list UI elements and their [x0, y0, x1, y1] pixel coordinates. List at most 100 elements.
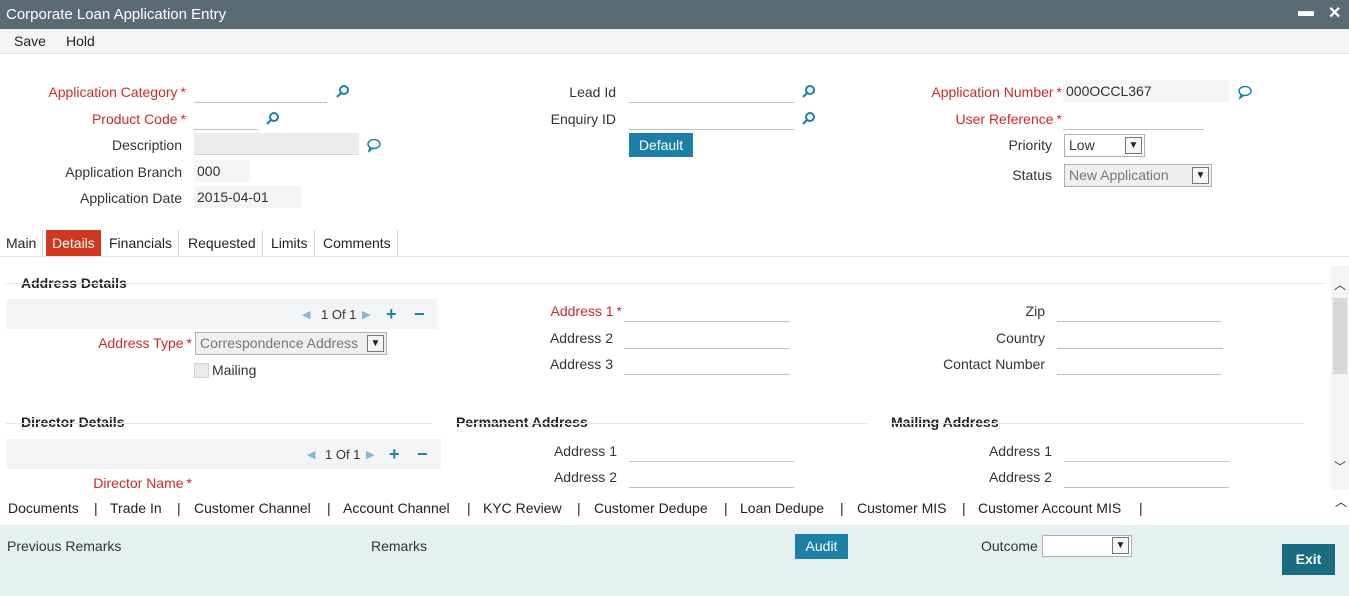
save-menu-item[interactable]: Save [14, 33, 46, 49]
link-customer-mis[interactable]: Customer MIS [857, 500, 946, 516]
window-title: Corporate Loan Application Entry [6, 6, 227, 23]
mailing-address2-input[interactable] [1064, 466, 1229, 488]
delete-row-icon[interactable]: − [417, 445, 428, 463]
default-button[interactable]: Default [629, 133, 693, 157]
link-customer-account-mis[interactable]: Customer Account MIS [978, 500, 1121, 516]
permanent-address2-label: Address 2 [553, 469, 617, 485]
vertical-scrollbar[interactable]: ︿ ﹀ [1331, 266, 1349, 490]
search-icon[interactable] [801, 84, 817, 100]
user-reference-input[interactable] [1063, 108, 1204, 130]
permanent-address1-input[interactable] [629, 440, 794, 462]
country-input[interactable] [1057, 327, 1223, 349]
priority-select[interactable]: Low ▼ [1064, 134, 1145, 157]
director-details-title: Director Details [21, 414, 125, 430]
minimize-icon[interactable]: ▬ [1298, 3, 1314, 21]
scrollbar-thumb[interactable] [1333, 298, 1347, 374]
close-icon[interactable]: ✕ [1328, 3, 1341, 23]
exit-button[interactable]: Exit [1282, 544, 1335, 575]
address-type-select[interactable]: Correspondence Address ▼ [195, 332, 387, 355]
tab-financials[interactable]: Financials [103, 230, 180, 256]
add-row-icon[interactable]: + [386, 305, 397, 323]
hold-menu-item[interactable]: Hold [66, 33, 95, 49]
lead-id-input[interactable] [629, 81, 794, 103]
sub-screen-link-bar: Documents | Trade In | Customer Channel … [0, 491, 1349, 525]
next-arrow-icon[interactable]: ▶ [366, 448, 374, 461]
tab-main[interactable]: Main [0, 230, 44, 256]
address-pager-bar: ◀ 1 Of 1 ▶ + − [6, 299, 437, 329]
previous-arrow-icon[interactable]: ◀ [307, 448, 315, 461]
link-separator: | [467, 500, 471, 516]
contact-number-label: Contact Number [943, 356, 1045, 372]
address2-input[interactable] [624, 327, 790, 349]
outcome-select[interactable]: ▼ [1042, 535, 1132, 557]
address1-label: Address 1 * [550, 303, 623, 319]
link-customer-channel[interactable]: Customer Channel [194, 500, 311, 516]
description-input[interactable] [194, 133, 359, 155]
link-separator: | [840, 500, 844, 516]
priority-label: Priority [1008, 137, 1052, 153]
tab-divider [0, 256, 1349, 257]
scroll-down-icon[interactable]: ﹀ [1334, 458, 1346, 475]
link-separator: | [962, 500, 966, 516]
status-value: New Application [1069, 167, 1169, 183]
link-documents[interactable]: Documents [8, 500, 79, 516]
mailing-checkbox[interactable] [194, 363, 209, 378]
address1-input[interactable] [624, 300, 790, 322]
address-pager-text: 1 Of 1 [321, 307, 357, 322]
search-icon[interactable] [265, 111, 281, 127]
previous-remarks-label: Previous Remarks [7, 538, 122, 554]
link-customer-dedupe[interactable]: Customer Dedupe [594, 500, 708, 516]
permanent-address2-input[interactable] [629, 466, 794, 488]
application-category-input[interactable] [194, 81, 327, 103]
next-arrow-icon[interactable]: ▶ [362, 308, 370, 321]
mailing-address2-label: Address 2 [988, 469, 1052, 485]
chevron-down-icon: ▼ [1192, 167, 1209, 184]
add-row-icon[interactable]: + [389, 445, 400, 463]
user-reference-label: User Reference * [955, 111, 1063, 127]
permanent-address-divider [456, 423, 868, 424]
link-kyc-review[interactable]: KYC Review [483, 500, 562, 516]
link-separator: | [724, 500, 728, 516]
tab-comments[interactable]: Comments [317, 230, 398, 256]
status-select[interactable]: New Application ▼ [1064, 164, 1212, 187]
search-icon[interactable] [335, 84, 351, 100]
product-code-input[interactable] [194, 108, 258, 130]
chevron-down-icon: ▼ [1125, 137, 1142, 154]
tab-requested[interactable]: Requested [182, 230, 263, 256]
director-details-divider [6, 423, 431, 424]
lead-id-label: Lead Id [569, 84, 616, 100]
status-label: Status [1012, 167, 1052, 183]
mailing-label: Mailing [212, 362, 257, 378]
remarks-label: Remarks [371, 538, 428, 554]
tab-details[interactable]: Details [46, 230, 101, 256]
link-trade-in[interactable]: Trade In [110, 500, 162, 516]
link-separator: | [577, 500, 581, 516]
link-account-channel[interactable]: Account Channel [343, 500, 450, 516]
product-code-label: Product Code * [91, 111, 186, 127]
contact-number-input[interactable] [1057, 353, 1221, 375]
description-label: Description [111, 137, 182, 153]
previous-arrow-icon[interactable]: ◀ [302, 308, 310, 321]
priority-value: Low [1069, 137, 1095, 153]
link-loan-dedupe[interactable]: Loan Dedupe [740, 500, 824, 516]
permanent-address1-label: Address 1 [553, 443, 617, 459]
application-branch-value: 000 [194, 160, 250, 182]
chevron-down-icon: ▼ [1112, 537, 1129, 554]
speech-bubble-icon[interactable] [366, 137, 382, 153]
address3-label: Address 3 [549, 356, 613, 372]
address3-input[interactable] [624, 353, 790, 375]
chevron-down-icon: ▼ [367, 335, 384, 352]
tab-limits[interactable]: Limits [265, 230, 315, 256]
scroll-up-icon[interactable]: ︿ [1335, 493, 1347, 510]
zip-input[interactable] [1057, 300, 1221, 322]
scroll-up-icon[interactable]: ︿ [1334, 276, 1346, 293]
audit-button[interactable]: Audit [795, 534, 848, 559]
enquiry-id-input[interactable] [629, 108, 794, 130]
search-icon[interactable] [801, 111, 817, 127]
speech-bubble-icon[interactable] [1237, 84, 1253, 100]
outcome-label: Outcome [981, 538, 1038, 554]
mailing-address1-input[interactable] [1064, 440, 1229, 462]
delete-row-icon[interactable]: − [414, 305, 425, 323]
footer-panel: Previous Remarks Remarks Audit Outcome ▼… [0, 525, 1349, 596]
menu-bar: Save Hold [0, 29, 1349, 54]
